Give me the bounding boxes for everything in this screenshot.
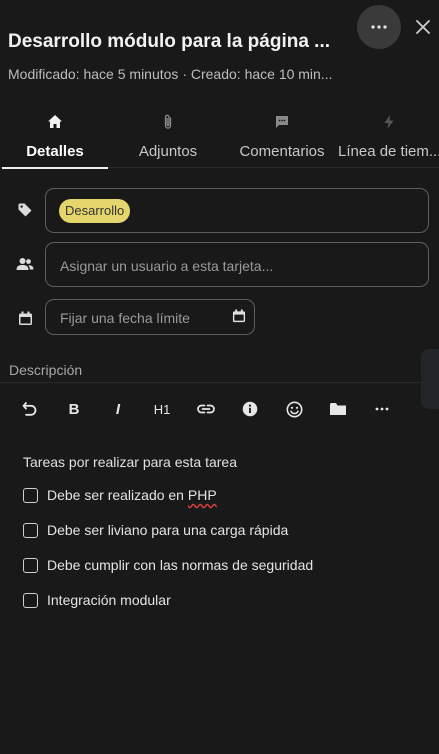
- task-label: Debe ser liviano para una carga rápida: [47, 522, 289, 538]
- task-checkbox[interactable]: [23, 558, 38, 573]
- tab-adjuntos[interactable]: Adjuntos: [110, 108, 226, 168]
- heading-button[interactable]: H1: [149, 396, 175, 422]
- tags-field[interactable]: Desarrollo: [45, 188, 429, 233]
- side-panel-toggle[interactable]: [421, 349, 439, 409]
- calendar-icon: [16, 309, 34, 327]
- link-icon: [197, 404, 215, 414]
- tag-icon: [16, 201, 34, 219]
- date-picker-icon[interactable]: [232, 309, 246, 323]
- task-label: Integración modular: [47, 592, 171, 608]
- comment-icon: [276, 116, 288, 128]
- close-icon: [416, 20, 430, 34]
- ellipsis-icon: [371, 25, 387, 29]
- emoji-icon: [286, 401, 302, 417]
- users-icon: [16, 255, 34, 273]
- folder-icon: [330, 403, 346, 415]
- tab-comentarios[interactable]: Comentarios: [226, 108, 338, 168]
- tab-bar: Detalles Adjuntos Comentarios Línea de t…: [0, 108, 439, 169]
- home-icon: [48, 115, 62, 128]
- tab-label: Comentarios: [239, 143, 325, 160]
- tab-label: Línea de tiem...: [338, 143, 439, 160]
- folder-button[interactable]: [325, 396, 351, 422]
- card-title[interactable]: Desarrollo módulo para la página ...: [8, 31, 353, 53]
- tab-label: Adjuntos: [138, 143, 198, 160]
- info-icon: [242, 401, 258, 417]
- task-checkbox[interactable]: [23, 593, 38, 608]
- editor-toolbar: B I H1: [0, 396, 421, 424]
- divider: [0, 382, 421, 383]
- spellcheck-marked-word: PHP: [187, 487, 217, 503]
- task-label: Debe cumplir con las normas de seguridad: [47, 557, 314, 573]
- task-checkbox[interactable]: [23, 523, 38, 538]
- ellipsis-icon: [375, 407, 389, 411]
- task-label: Debe ser realizado en PHP: [47, 487, 217, 503]
- due-date-placeholder: Fijar una fecha límite: [60, 310, 190, 326]
- tab-detalles[interactable]: Detalles: [0, 108, 110, 169]
- emoji-button[interactable]: [281, 396, 307, 422]
- due-date-field[interactable]: Fijar una fecha límite: [45, 299, 255, 335]
- tag-chip-desarrollo[interactable]: Desarrollo: [59, 199, 131, 223]
- bold-button[interactable]: B: [61, 396, 87, 422]
- task-checkbox[interactable]: [23, 488, 38, 503]
- close-button[interactable]: [410, 14, 436, 40]
- card-header: Desarrollo módulo para la página ... Mod…: [0, 0, 439, 100]
- card-timestamps: Modificado: hace 5 minutos · Creado: hac…: [8, 66, 333, 82]
- assign-user-placeholder: Asignar un usuario a esta tarjeta...: [60, 258, 274, 274]
- assign-user-field[interactable]: Asignar un usuario a esta tarjeta...: [45, 242, 429, 287]
- link-button[interactable]: [193, 396, 219, 422]
- undo-icon: [22, 402, 37, 416]
- more-options-button[interactable]: [357, 5, 401, 49]
- description-label: Descripción: [9, 362, 83, 378]
- tab-label: Detalles: [26, 143, 84, 160]
- undo-button[interactable]: [17, 396, 43, 422]
- more-format-button[interactable]: [369, 396, 395, 422]
- tab-linea-de-tiempo[interactable]: Línea de tiem...: [338, 108, 439, 168]
- paperclip-icon: [164, 114, 172, 129]
- info-button[interactable]: [237, 396, 263, 422]
- description-heading: Tareas por realizar para esta tarea: [23, 454, 237, 470]
- lightning-icon: [384, 115, 393, 129]
- italic-button[interactable]: I: [105, 396, 131, 422]
